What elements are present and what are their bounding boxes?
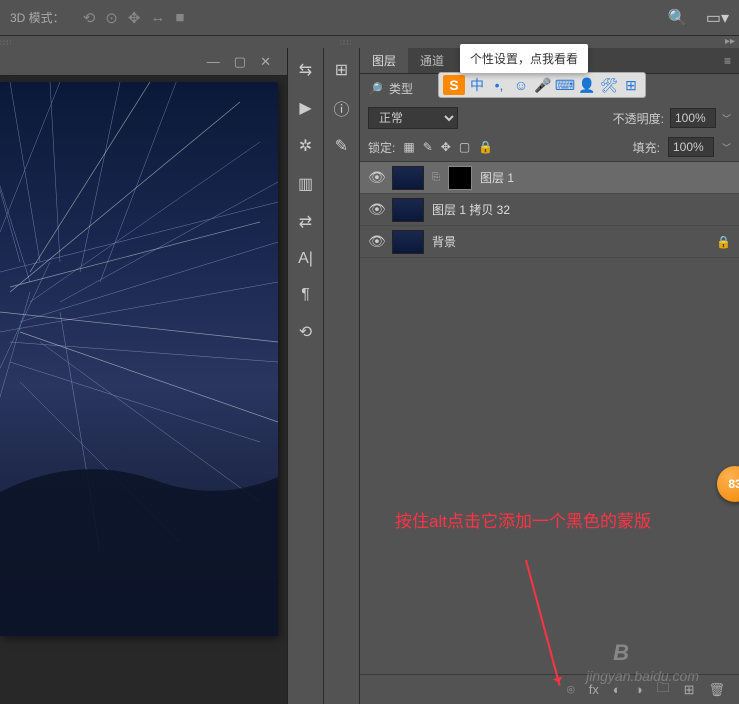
- lock-transparency-icon[interactable]: ▦: [403, 140, 414, 154]
- watermark-logo: B: [613, 640, 629, 666]
- lock-icon: 🔒: [716, 235, 731, 249]
- layer-row[interactable]: 👁 背景 🔒: [360, 226, 739, 258]
- layer-thumbnail[interactable]: [392, 230, 424, 254]
- rotate-icon[interactable]: ⊙: [105, 9, 118, 27]
- panel-menu-icon[interactable]: ≡: [724, 54, 739, 68]
- orbit-icon[interactable]: ⟲: [83, 9, 96, 27]
- pan-icon[interactable]: ✥: [128, 9, 141, 27]
- sogou-logo-icon[interactable]: S: [443, 75, 465, 95]
- filter-type-label: 类型: [389, 80, 413, 97]
- camera-icon[interactable]: ■: [175, 9, 184, 27]
- maximize-icon[interactable]: ▢: [234, 54, 246, 70]
- ime-grid-icon[interactable]: ⊞: [621, 75, 641, 95]
- link-layers-icon[interactable]: ⌾: [567, 682, 575, 698]
- ime-lang[interactable]: 中: [467, 75, 487, 95]
- collapse-icon[interactable]: ▸▸: [725, 36, 735, 47]
- new-adjustment-icon[interactable]: ◑: [635, 682, 643, 697]
- props-column: ⊞ ⓘ ✎: [324, 48, 360, 704]
- swap-icon[interactable]: ⇄: [299, 212, 312, 232]
- ime-punct-icon[interactable]: •,: [489, 75, 509, 95]
- brush-icon[interactable]: ✎: [335, 136, 348, 156]
- tools-column: ⇆ ▶ ✲ ▥ ⇄ A| ¶ ⟲: [288, 48, 324, 704]
- ime-tooltip: 个性设置，点我看看: [460, 44, 588, 73]
- ime-toolbar[interactable]: S 中 •, ☺ 🎤 ⌨ 👤 🛠 ⊞: [438, 72, 646, 98]
- fill-value[interactable]: 100%: [668, 137, 714, 157]
- layer-thumbnail[interactable]: [392, 166, 424, 190]
- mask-link-icon[interactable]: ⎘: [432, 172, 440, 183]
- blend-mode-select[interactable]: 正常: [368, 107, 458, 129]
- type-icon[interactable]: A|: [298, 250, 313, 268]
- layer-row[interactable]: 👁 ⎘ 图层 1: [360, 162, 739, 194]
- canvas-panel: — ▢ ✕: [0, 48, 288, 704]
- lock-all-icon[interactable]: 🔒: [478, 140, 493, 154]
- layer-fx-icon[interactable]: fx: [589, 682, 599, 697]
- ime-toolbox-icon[interactable]: 🛠: [599, 75, 619, 95]
- snowflake-icon[interactable]: ✲: [299, 136, 312, 156]
- play-icon[interactable]: ▶: [299, 98, 311, 118]
- canvas-image[interactable]: [0, 82, 278, 636]
- share-icon[interactable]: ⟲: [299, 322, 312, 342]
- minimize-icon[interactable]: —: [207, 54, 220, 69]
- layer-name[interactable]: 背景: [432, 233, 456, 250]
- ime-skin-icon[interactable]: 👤: [577, 75, 597, 95]
- opacity-value[interactable]: 100%: [670, 108, 716, 128]
- lock-position-icon[interactable]: ✥: [441, 140, 451, 154]
- lock-pixels-icon[interactable]: ✎: [423, 140, 433, 154]
- ime-voice-icon[interactable]: 🎤: [533, 75, 553, 95]
- fill-label: 填充:: [633, 139, 660, 156]
- adjustments-icon[interactable]: ⊞: [335, 60, 348, 80]
- histogram-icon[interactable]: ▥: [298, 174, 313, 194]
- visibility-icon[interactable]: 👁: [368, 169, 384, 186]
- panel-grip-icon[interactable]: ∷∷∷: [0, 39, 26, 45]
- visibility-icon[interactable]: 👁: [368, 201, 384, 218]
- ime-emoji-icon[interactable]: ☺: [511, 75, 531, 95]
- chevron-down-icon[interactable]: ﹀: [722, 112, 731, 125]
- lock-label: 锁定:: [368, 139, 395, 156]
- layer-row[interactable]: 👁 图层 1 拷贝 32: [360, 194, 739, 226]
- arrange-icon[interactable]: ▭▾: [706, 8, 729, 28]
- add-mask-icon[interactable]: ◐: [613, 682, 621, 697]
- mode-label: 3D 模式：: [10, 9, 65, 26]
- slide-icon[interactable]: ↔: [150, 9, 165, 27]
- mask-thumbnail[interactable]: [448, 166, 472, 190]
- 3d-toggle-icon[interactable]: ⇆: [299, 60, 312, 80]
- panel-grip-icon[interactable]: ∷∷∷: [340, 39, 366, 45]
- tab-channels[interactable]: 通道: [408, 48, 456, 73]
- layer-thumbnail[interactable]: [392, 198, 424, 222]
- watermark-text: jingyan.baidu.com: [586, 668, 699, 684]
- filter-search-icon[interactable]: 🔎: [368, 82, 383, 96]
- opacity-label: 不透明度:: [613, 110, 664, 127]
- visibility-icon[interactable]: 👁: [368, 233, 384, 250]
- info-icon[interactable]: ⓘ: [333, 96, 349, 120]
- ime-softkb-icon[interactable]: ⌨: [555, 75, 575, 95]
- layers-panel: 个性设置，点我看看 图层 通道 ≡ S 中 •, ☺ 🎤 ⌨ 👤 🛠 ⊞ 🔎 类…: [360, 48, 739, 704]
- search-icon[interactable]: 🔍: [668, 8, 688, 28]
- paragraph-icon[interactable]: ¶: [301, 286, 310, 304]
- delete-layer-icon[interactable]: 🗑: [708, 682, 725, 698]
- chevron-down-icon[interactable]: ﹀: [722, 141, 731, 154]
- close-icon[interactable]: ✕: [260, 54, 271, 70]
- layer-name[interactable]: 图层 1 拷贝 32: [432, 201, 510, 218]
- lock-artboard-icon[interactable]: ▢: [459, 140, 470, 154]
- tab-layers[interactable]: 图层: [360, 48, 408, 73]
- layer-name[interactable]: 图层 1: [480, 169, 514, 186]
- layer-list: 👁 ⎘ 图层 1 👁 图层 1 拷贝 32 👁 背景 🔒: [360, 162, 739, 674]
